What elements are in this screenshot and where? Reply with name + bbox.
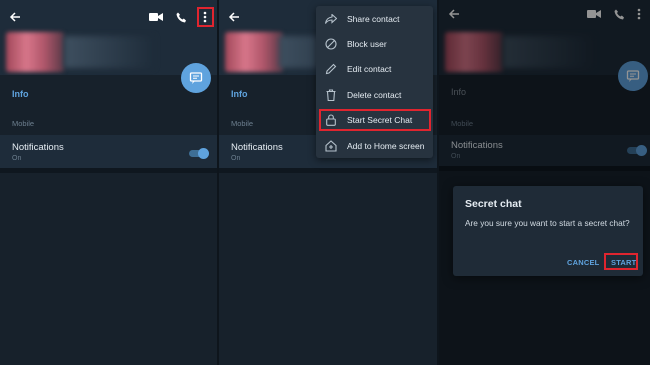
profile-screen-menu: Info Mobile Notifications On Share conta…: [219, 0, 437, 365]
dialog-title: Secret chat: [465, 198, 522, 210]
chat-icon: [189, 72, 203, 84]
section-divider: [219, 168, 437, 173]
notifications-toggle[interactable]: [189, 148, 209, 159]
avatar: [6, 32, 64, 72]
menu-item-share-contact[interactable]: Share contact: [316, 6, 433, 31]
cancel-button[interactable]: CANCEL: [567, 258, 599, 267]
profile-screen-dialog: Info Mobile Notifications On Secret chat…: [439, 0, 650, 365]
highlight-box: [604, 253, 638, 270]
overflow-menu: Share contact Block user Edit contact De…: [316, 6, 433, 158]
info-heading: Info: [231, 89, 248, 99]
contact-name-blurred: [64, 36, 154, 68]
highlight-box: [319, 109, 431, 131]
notifications-label: Notifications: [12, 142, 64, 153]
add-home-icon: [325, 139, 337, 152]
back-arrow-icon[interactable]: [225, 8, 243, 26]
block-icon: [325, 37, 337, 50]
mobile-label: Mobile: [12, 119, 35, 128]
avatar: [225, 32, 283, 72]
menu-item-label: Block user: [347, 38, 387, 49]
dialog-message: Are you sure you want to start a secret …: [465, 218, 630, 228]
menu-item-add-to-home-screen[interactable]: Add to Home screen: [316, 133, 433, 158]
notifications-label: Notifications: [231, 142, 283, 153]
menu-item-edit-contact[interactable]: Edit contact: [316, 56, 433, 81]
top-bar: [0, 0, 217, 34]
profile-screen: Info Mobile Notifications On: [0, 0, 217, 365]
back-arrow-icon[interactable]: [6, 8, 24, 26]
notifications-state: On: [12, 155, 22, 162]
share-icon: [325, 13, 337, 25]
section-divider: [0, 168, 217, 173]
notifications-state: On: [231, 155, 241, 162]
menu-item-label: Add to Home screen: [347, 140, 425, 151]
menu-item-label: Edit contact: [347, 63, 392, 74]
menu-item-label: Delete contact: [347, 89, 402, 100]
info-heading: Info: [12, 89, 29, 99]
menu-item-block-user[interactable]: Block user: [316, 31, 433, 56]
highlight-box: [197, 7, 214, 27]
dialog-scrim[interactable]: [439, 0, 650, 365]
edit-icon: [325, 63, 337, 75]
message-fab[interactable]: [181, 63, 211, 93]
secret-chat-dialog: Secret chat Are you sure you want to sta…: [453, 186, 643, 276]
mobile-label: Mobile: [231, 119, 254, 128]
trash-icon: [325, 88, 337, 101]
menu-item-delete-contact[interactable]: Delete contact: [316, 82, 433, 107]
phone-call-icon[interactable]: [172, 8, 190, 26]
video-call-icon[interactable]: [147, 8, 165, 26]
menu-item-label: Share contact: [347, 13, 400, 24]
